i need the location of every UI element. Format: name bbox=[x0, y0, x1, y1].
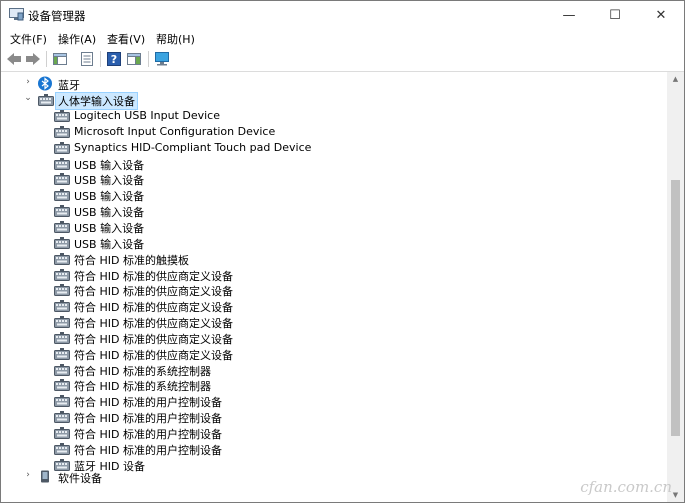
hid-device-icon bbox=[54, 173, 70, 186]
menu-bar: 文件(F) 操作(A) 查看(V) 帮助(H) bbox=[1, 29, 684, 47]
close-button[interactable]: ✕ bbox=[638, 1, 684, 29]
hid-category-icon bbox=[38, 94, 54, 106]
tree-node-label: 符合 HID 标准的供应商定义设备 bbox=[74, 317, 233, 331]
tree-node-label: Synaptics HID-Compliant Touch pad Device bbox=[74, 140, 312, 154]
minimize-button[interactable]: — bbox=[546, 1, 592, 29]
close-icon: ✕ bbox=[655, 7, 667, 23]
collapsed-chevron-icon[interactable]: › bbox=[23, 77, 33, 89]
tree-node-label: 符合 HID 标准的供应商定义设备 bbox=[74, 285, 233, 299]
hid-device-icon bbox=[54, 442, 70, 455]
tree-node-label: 符合 HID 标准的触摸板 bbox=[74, 253, 189, 267]
tree-node-label: 符合 HID 标准的用户控制设备 bbox=[74, 428, 222, 441]
menu-action[interactable]: 操作(A) bbox=[58, 31, 96, 47]
hid-device-icon bbox=[54, 189, 70, 202]
console-tree-icon[interactable] bbox=[52, 51, 68, 67]
hid-device-icon bbox=[54, 252, 70, 265]
tree-node-label: 人体学输入设备 bbox=[55, 92, 138, 110]
device-manager-window: 设备管理器 — ☐ ✕ 文件(F) 操作(A) 查看(V) 帮助(H) ? › … bbox=[0, 0, 685, 503]
hid-device-icon bbox=[54, 141, 70, 154]
hid-device-icon bbox=[54, 236, 70, 249]
tree-node-label: 符合 HID 标准的供应商定义设备 bbox=[74, 301, 233, 315]
expanded-chevron-icon[interactable]: ⌄ bbox=[23, 93, 33, 105]
software-device-icon bbox=[41, 470, 49, 483]
hid-device-icon bbox=[54, 157, 70, 170]
menu-view[interactable]: 查看(V) bbox=[107, 31, 145, 47]
hid-device-icon bbox=[54, 427, 70, 439]
minimize-icon: — bbox=[562, 7, 576, 23]
tree-node-label: USB 输入设备 bbox=[74, 237, 145, 251]
hid-device-icon bbox=[54, 220, 70, 233]
tree-node-label: USB 输入设备 bbox=[74, 221, 145, 235]
tree-node-label: Microsoft Input Configuration Device bbox=[74, 124, 276, 138]
window-title: 设备管理器 bbox=[28, 9, 86, 23]
tree-node-label: USB 输入设备 bbox=[74, 158, 145, 172]
toolbar-separator bbox=[46, 51, 47, 67]
action-pane-icon[interactable] bbox=[126, 51, 142, 67]
hid-device-icon bbox=[54, 395, 70, 408]
hid-device-icon bbox=[54, 110, 70, 122]
hid-device-icon bbox=[54, 458, 70, 471]
maximize-icon: ☐ bbox=[609, 7, 621, 23]
bluetooth-icon bbox=[38, 76, 52, 91]
tree-node-label: 符合 HID 标准的供应商定义设备 bbox=[74, 348, 233, 362]
help-icon[interactable]: ? bbox=[106, 51, 122, 67]
hid-device-icon bbox=[54, 411, 70, 424]
hid-device-icon bbox=[54, 379, 70, 392]
properties-icon[interactable] bbox=[79, 51, 95, 67]
menu-help[interactable]: 帮助(H) bbox=[156, 31, 195, 47]
vertical-scrollbar[interactable]: ▲ ▼ bbox=[667, 72, 684, 502]
tree-node-label: Logitech USB Input Device bbox=[74, 109, 220, 122]
tree-node-label: USB 输入设备 bbox=[74, 206, 145, 220]
hid-device-icon bbox=[54, 268, 70, 281]
tree-node-label: 符合 HID 标准的用户控制设备 bbox=[74, 412, 222, 426]
maximize-button[interactable]: ☐ bbox=[592, 1, 638, 29]
toolbar-separator bbox=[100, 51, 101, 67]
device-tree[interactable]: › 蓝牙 ⌄ 人体学输入设备 Logitech USB Input Device… bbox=[1, 72, 667, 502]
tree-node-label: USB 输入设备 bbox=[74, 190, 145, 204]
watermark: cfan.com.cn bbox=[580, 478, 672, 496]
hid-device-icon bbox=[54, 363, 70, 376]
forward-arrow-icon[interactable] bbox=[25, 51, 41, 67]
hid-device-icon bbox=[54, 316, 70, 329]
tree-node-label: 符合 HID 标准的系统控制器 bbox=[74, 380, 211, 394]
tree-node-label: 符合 HID 标准的用户控制设备 bbox=[74, 443, 222, 457]
menu-file[interactable]: 文件(F) bbox=[10, 31, 47, 47]
hid-device-icon bbox=[54, 125, 70, 138]
hid-device-icon bbox=[54, 300, 70, 313]
back-arrow-icon[interactable] bbox=[6, 51, 22, 67]
hid-device-icon bbox=[54, 284, 70, 297]
hid-device-icon bbox=[54, 347, 70, 360]
collapsed-chevron-icon[interactable]: › bbox=[23, 470, 33, 482]
scroll-up-arrow-icon[interactable]: ▲ bbox=[670, 75, 681, 83]
scrollbar-thumb[interactable] bbox=[671, 180, 680, 436]
svg-text:?: ? bbox=[111, 53, 117, 66]
tree-node-label: 符合 HID 标准的用户控制设备 bbox=[74, 396, 222, 410]
tree-node-label: 符合 HID 标准的供应商定义设备 bbox=[74, 269, 233, 283]
monitor-icon[interactable] bbox=[154, 51, 170, 67]
tree-node-label: 软件设备 bbox=[58, 472, 102, 485]
title-bar[interactable]: 设备管理器 — ☐ ✕ bbox=[1, 1, 684, 29]
hid-device-icon bbox=[54, 331, 70, 344]
toolbar-separator bbox=[148, 51, 149, 67]
tree-node-label: 蓝牙 bbox=[58, 79, 80, 92]
hid-device-icon bbox=[54, 205, 70, 218]
tree-node-label: 符合 HID 标准的系统控制器 bbox=[74, 364, 211, 378]
device-manager-icon bbox=[9, 8, 24, 21]
toolbar: ? bbox=[1, 47, 684, 72]
tree-node-label: USB 输入设备 bbox=[74, 174, 145, 188]
tree-node-label: 符合 HID 标准的供应商定义设备 bbox=[74, 332, 233, 346]
